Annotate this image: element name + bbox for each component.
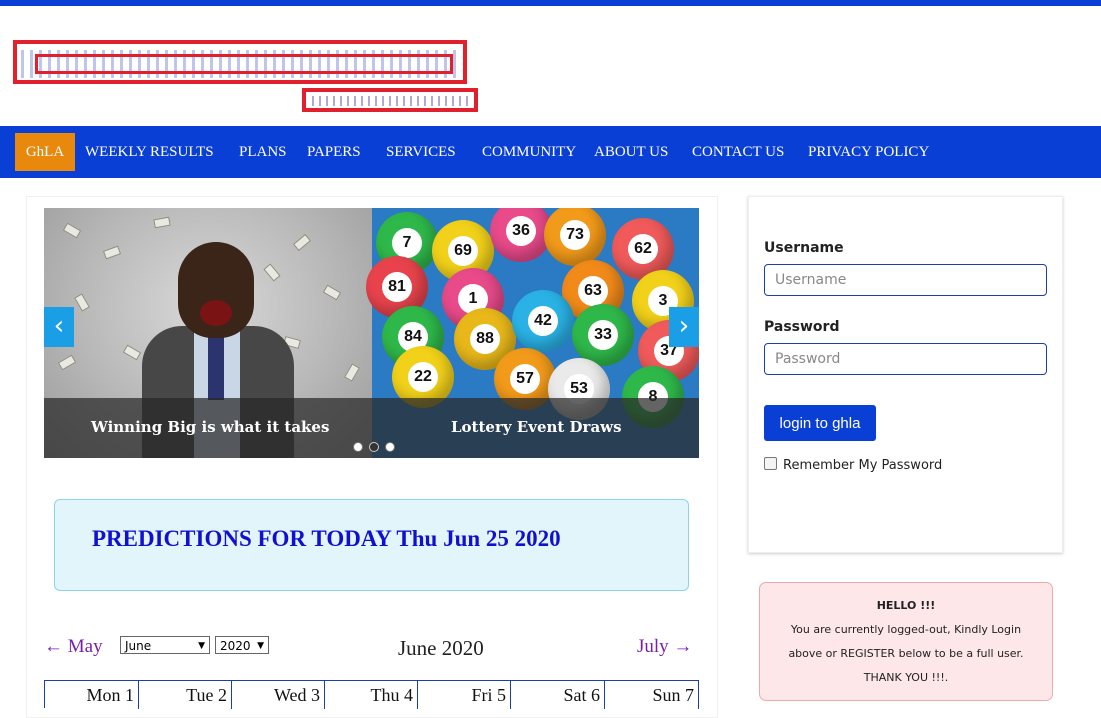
chevron-right-icon: › (678, 311, 690, 341)
slider-dot[interactable] (369, 442, 379, 452)
calendar-month-select[interactable]: June ▼ (120, 636, 210, 654)
lottery-ball: 36 (490, 208, 552, 262)
nav-about-us[interactable]: ABOUT US (594, 126, 668, 178)
lottery-ball-number: 57 (510, 364, 540, 394)
lottery-ball-number: 63 (578, 276, 608, 306)
nav-services[interactable]: SERVICES (386, 126, 456, 178)
remember-password-checkbox[interactable]: Remember My Password (764, 457, 942, 473)
checkbox-icon[interactable] (764, 457, 777, 470)
login-button[interactable]: login to ghla (764, 405, 876, 441)
slide-caption-lottery: Lottery Event Draws (451, 418, 622, 436)
slider-dot[interactable] (353, 442, 363, 452)
lottery-ball-number: 36 (506, 216, 536, 246)
calendar-day-cell[interactable]: Sat 6 (511, 681, 605, 709)
site-tagline-logo (302, 88, 478, 112)
slider-next-button[interactable]: › (669, 307, 699, 347)
lottery-ball-number: 69 (448, 236, 478, 266)
notice-heading: HELLO !!! (876, 599, 936, 612)
calendar-day-cell[interactable]: Fri 5 (418, 681, 511, 709)
nav-contact-us[interactable]: CONTACT US (692, 126, 784, 178)
lottery-ball-number: 22 (408, 362, 438, 392)
password-label: Password (764, 319, 840, 335)
calendar-day-cell[interactable]: Mon 1 (45, 681, 139, 709)
lottery-ball: 42 (512, 290, 574, 352)
password-input[interactable] (764, 343, 1047, 375)
predictions-title: PREDICTIONS FOR TODAY Thu Jun 25 2020 (92, 526, 561, 551)
lottery-ball-number: 73 (560, 220, 590, 250)
nav-weekly-results[interactable]: WEEKLY RESULTS (85, 126, 214, 178)
nav-papers[interactable]: PAPERS (307, 126, 361, 178)
main-navbar: GhLA WEEKLY RESULTS PLANS PAPERS SERVICE… (0, 126, 1101, 178)
lottery-ball: 33 (572, 304, 634, 366)
logged-out-notice: HELLO !!! You are currently logged-out, … (759, 582, 1053, 701)
slide-caption-winning: Winning Big is what it takes (91, 418, 330, 436)
calendar-year-select[interactable]: 2020 ▼ (215, 636, 269, 654)
dropdown-caret-icon: ▼ (257, 641, 264, 651)
lottery-ball-number: 33 (588, 320, 618, 350)
username-label: Username (764, 240, 844, 256)
remember-label: Remember My Password (783, 458, 943, 473)
image-slider: 7 69 36 73 62 81 1 63 3 84 88 42 33 37 22 57 53 8 Winning… (44, 208, 699, 458)
calendar-day-cell[interactable]: Tue 2 (139, 681, 232, 709)
nav-home-button[interactable]: GhLA (15, 133, 75, 171)
nav-community[interactable]: COMMUNITY (482, 126, 576, 178)
username-input[interactable] (764, 264, 1047, 296)
calendar-day-cell[interactable]: Sun 7 (605, 681, 699, 709)
year-select-value: 2020 (220, 639, 251, 653)
calendar-title: June 2020 (398, 636, 484, 660)
calendar-header-row: Mon 1 Tue 2 Wed 3 Thu 4 Fri 5 Sat 6 Sun … (44, 680, 699, 709)
calendar-day-cell[interactable]: Wed 3 (232, 681, 325, 709)
header-logo-area (0, 6, 1101, 126)
lottery-ball-number: 7 (392, 228, 422, 258)
predictions-banner: PREDICTIONS FOR TODAY Thu Jun 25 2020 (54, 499, 689, 591)
slider-dot[interactable] (385, 442, 395, 452)
calendar-prev-month-link[interactable]: ← May (44, 636, 103, 658)
slider-dots (353, 439, 401, 457)
month-select-value: June (125, 639, 152, 653)
lottery-ball-number: 62 (628, 234, 658, 264)
notice-line: You are currently logged-out, Kindly Log… (790, 623, 1022, 636)
nav-privacy-policy[interactable]: PRIVACY POLICY (808, 126, 929, 178)
lottery-ball-number: 88 (470, 324, 500, 354)
slider-prev-button[interactable]: ‹ (44, 307, 74, 347)
lottery-ball-number: 81 (382, 272, 412, 302)
notice-line: above or REGISTER below to be a full use… (788, 647, 1024, 660)
notice-line: THANK YOU !!!. (863, 671, 949, 684)
nav-plans[interactable]: PLANS (239, 126, 287, 178)
calendar-next-month-link[interactable]: July → (637, 636, 692, 658)
dropdown-caret-icon: ▼ (198, 641, 205, 651)
site-logo[interactable] (13, 40, 467, 84)
lottery-ball-number: 42 (528, 306, 558, 336)
chevron-left-icon: ‹ (53, 311, 65, 341)
calendar-day-cell[interactable]: Thu 4 (325, 681, 418, 709)
lottery-ball: 73 (544, 208, 606, 266)
